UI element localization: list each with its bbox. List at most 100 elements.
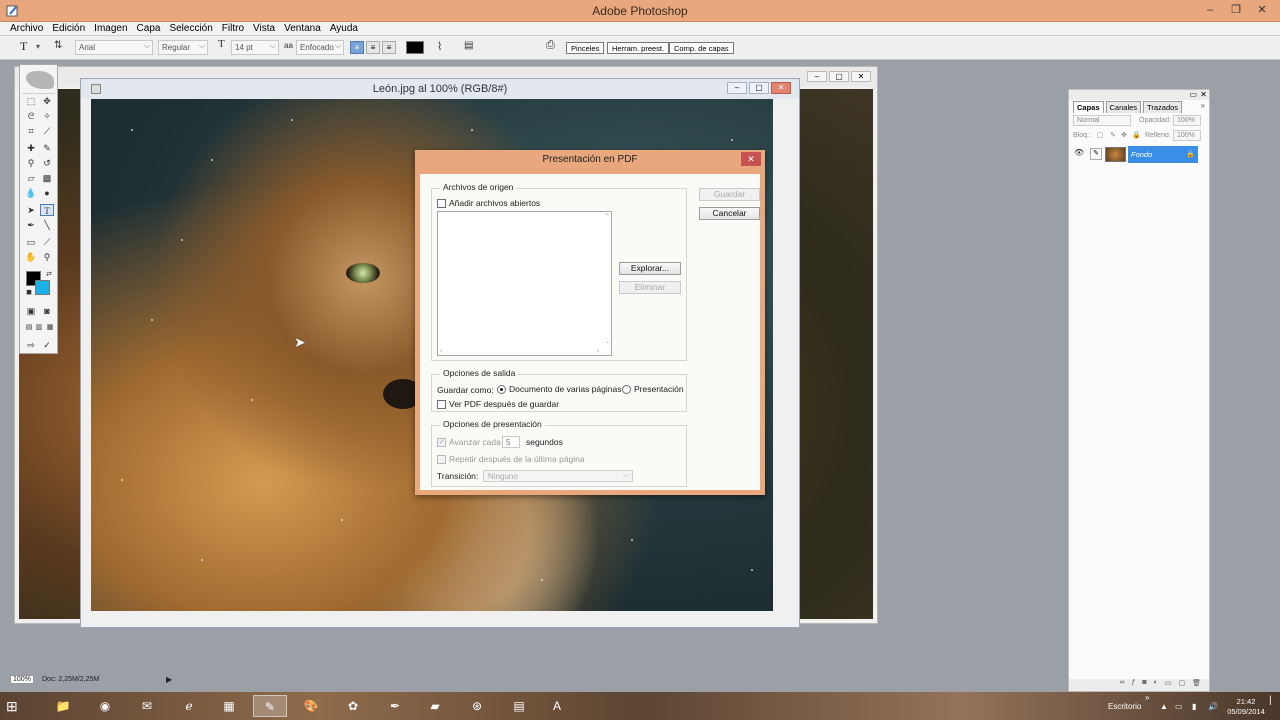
layer-visibility-eye-icon[interactable]: 👁 bbox=[1074, 148, 1086, 160]
toolbar-expand-icon[interactable]: » bbox=[1145, 693, 1149, 702]
magic-wand-tool-icon[interactable]: ✧ bbox=[40, 110, 54, 122]
lasso-tool-icon[interactable]: ᘓ bbox=[24, 110, 38, 122]
marquee-tool-icon[interactable]: ⬚ bbox=[24, 95, 38, 107]
scroll-down-icon[interactable]: ⌄ bbox=[605, 338, 610, 345]
crop-tool-icon[interactable]: ⌗ bbox=[24, 125, 38, 137]
brush-tool-icon[interactable]: ✎ bbox=[40, 142, 54, 154]
menu-seleccion[interactable]: Selección bbox=[169, 23, 212, 34]
menu-ayuda[interactable]: Ayuda bbox=[330, 23, 358, 34]
text-color-swatch[interactable] bbox=[406, 41, 424, 54]
volume-icon[interactable]: 🔊 bbox=[1208, 702, 1218, 711]
layer-style-icon[interactable]: ƒ bbox=[1131, 679, 1135, 691]
antialias-select[interactable]: Enfocado bbox=[296, 40, 344, 55]
tab-herram-preest[interactable]: Herram. preest. bbox=[607, 42, 670, 54]
lock-all-icon[interactable]: 🔒 bbox=[1132, 131, 1141, 139]
font-style-select[interactable]: Regular bbox=[158, 40, 208, 55]
paint-icon[interactable]: 🎨 bbox=[294, 695, 328, 717]
check-icon[interactable]: ✓ bbox=[40, 339, 54, 351]
close-icon[interactable]: ✕ bbox=[1250, 2, 1274, 18]
close-icon[interactable]: ✕ bbox=[851, 71, 871, 82]
quick-mask-icon[interactable]: ◙ bbox=[40, 305, 54, 317]
chrome-icon[interactable]: ◉ bbox=[88, 695, 122, 717]
scroll-up-icon[interactable]: ⌃ bbox=[605, 213, 610, 220]
checkbox-box[interactable]: ✓ bbox=[437, 437, 446, 447]
healing-brush-tool-icon[interactable]: ✚ bbox=[24, 142, 38, 154]
text-orientation-icon[interactable]: ⇅ bbox=[54, 40, 62, 55]
type-tool-icon[interactable]: T bbox=[20, 39, 27, 54]
swap-colors-icon[interactable]: ⇄ bbox=[42, 269, 56, 281]
eyedropper-tool-icon[interactable]: ⟋ bbox=[40, 236, 54, 248]
browse-button[interactable]: Explorar... bbox=[619, 262, 681, 275]
tab-trazados[interactable]: Trazados bbox=[1143, 101, 1183, 113]
link-layers-icon[interactable]: ∞ bbox=[1119, 679, 1124, 691]
view-pdf-checkbox[interactable]: Ver PDF después de guardar bbox=[437, 399, 559, 409]
advance-seconds-input[interactable]: 5 bbox=[502, 436, 520, 448]
layer-mask-icon[interactable]: ◙ bbox=[1142, 679, 1146, 691]
radio-selected[interactable] bbox=[497, 384, 506, 394]
radio-unselected[interactable] bbox=[622, 384, 631, 394]
save-as-multipage-radio[interactable]: Documento de varias páginas bbox=[497, 384, 621, 394]
panel-minimize-icon[interactable]: ▭ bbox=[1189, 90, 1197, 99]
save-button[interactable]: Guardar bbox=[699, 188, 760, 201]
restore-icon[interactable]: ❐ bbox=[1224, 2, 1248, 18]
lock-image-icon[interactable]: ✎ bbox=[1110, 131, 1116, 139]
signal-icon[interactable]: ▮ bbox=[1192, 702, 1196, 711]
minimize-icon[interactable]: – bbox=[727, 82, 747, 94]
notes-tool-icon[interactable]: ▭ bbox=[24, 236, 38, 248]
background-color-swatch[interactable] bbox=[35, 280, 50, 295]
menu-ventana[interactable]: Ventana bbox=[284, 23, 321, 34]
photoshop-taskbar-icon[interactable]: ✎ bbox=[253, 695, 287, 717]
restore-icon[interactable]: ▢ bbox=[829, 71, 849, 82]
tray-arrow-icon[interactable]: ▲ bbox=[1160, 702, 1168, 711]
close-icon[interactable]: ✕ bbox=[771, 82, 791, 94]
status-menu-arrow-icon[interactable]: ▶ bbox=[166, 675, 172, 684]
minimize-icon[interactable]: – bbox=[807, 71, 827, 82]
menu-edicion[interactable]: Edición bbox=[52, 23, 85, 34]
lock-transparency-icon[interactable]: ▢ bbox=[1097, 131, 1104, 139]
move-tool-icon[interactable]: ✥ bbox=[40, 95, 54, 107]
menu-imagen[interactable]: Imagen bbox=[94, 23, 127, 34]
system-clock[interactable]: 21:42 05/09/2014 bbox=[1226, 697, 1266, 717]
windows-start-icon[interactable]: ⊞ bbox=[6, 698, 24, 714]
tool-preset-chevron-icon[interactable]: ▾ bbox=[36, 42, 40, 57]
hand-tool-icon[interactable]: ✋ bbox=[24, 251, 38, 263]
clone-stamp-tool-icon[interactable]: ⚲ bbox=[24, 157, 38, 169]
steam-icon[interactable]: ⊛ bbox=[460, 695, 494, 717]
dialog-titlebar[interactable]: Presentación en PDF ✕ bbox=[415, 150, 765, 174]
font-family-select[interactable]: Arial bbox=[75, 40, 153, 55]
blur-tool-icon[interactable]: 💧 bbox=[24, 187, 38, 199]
add-open-files-checkbox[interactable]: Añadir archivos abiertos bbox=[437, 198, 540, 208]
tab-pinceles[interactable]: Pinceles bbox=[566, 42, 605, 54]
dodge-tool-icon[interactable]: ● bbox=[40, 187, 54, 199]
zoom-input[interactable]: 100% bbox=[10, 675, 34, 684]
palettes-toggle-icon[interactable]: ▤ bbox=[464, 40, 473, 55]
menu-archivo[interactable]: Archivo bbox=[10, 23, 43, 34]
restore-icon[interactable]: ▢ bbox=[749, 82, 769, 94]
mail-icon[interactable]: ✉ bbox=[130, 695, 164, 717]
cancel-button[interactable]: Cancelar bbox=[699, 207, 760, 220]
eraser-tool-icon[interactable]: ▱ bbox=[24, 172, 38, 184]
remove-button[interactable]: Eliminar bbox=[619, 281, 681, 294]
slice-tool-icon[interactable]: ⟋ bbox=[40, 125, 54, 137]
checkbox-box[interactable] bbox=[437, 454, 446, 464]
acrobat-icon[interactable]: A bbox=[540, 695, 574, 717]
blend-mode-select[interactable]: Normal bbox=[1073, 115, 1131, 126]
checkbox-box[interactable] bbox=[437, 198, 446, 208]
calculator-icon[interactable]: ▤ bbox=[502, 695, 536, 717]
new-group-icon[interactable]: ▭ bbox=[1165, 679, 1172, 691]
source-files-list[interactable]: ⌃ ⌄ ‹ › bbox=[437, 211, 612, 356]
zoom-tool-icon[interactable]: ⚲ bbox=[40, 251, 54, 263]
pen-app-icon[interactable]: ✒ bbox=[378, 695, 412, 717]
menu-filtro[interactable]: Filtro bbox=[222, 23, 244, 34]
show-desktop-button[interactable]: ▏ bbox=[1270, 696, 1276, 705]
font-size-select[interactable]: 14 pt bbox=[231, 40, 279, 55]
tab-canales[interactable]: Canales bbox=[1105, 101, 1142, 113]
notes-app-icon[interactable]: ▰ bbox=[418, 695, 452, 717]
document-titlebar[interactable]: León.jpg al 100% (RGB/8#) bbox=[81, 79, 799, 99]
network-icon[interactable]: ▭ bbox=[1175, 702, 1183, 711]
layers-panel-titlebar[interactable]: ▭ ✕ bbox=[1069, 90, 1209, 100]
tab-comp-capas[interactable]: Comp. de capas bbox=[669, 42, 734, 54]
align-right-button[interactable]: ≡ bbox=[382, 41, 396, 54]
history-brush-tool-icon[interactable]: ↺ bbox=[40, 157, 54, 169]
scroll-right-icon[interactable]: › bbox=[597, 348, 599, 355]
